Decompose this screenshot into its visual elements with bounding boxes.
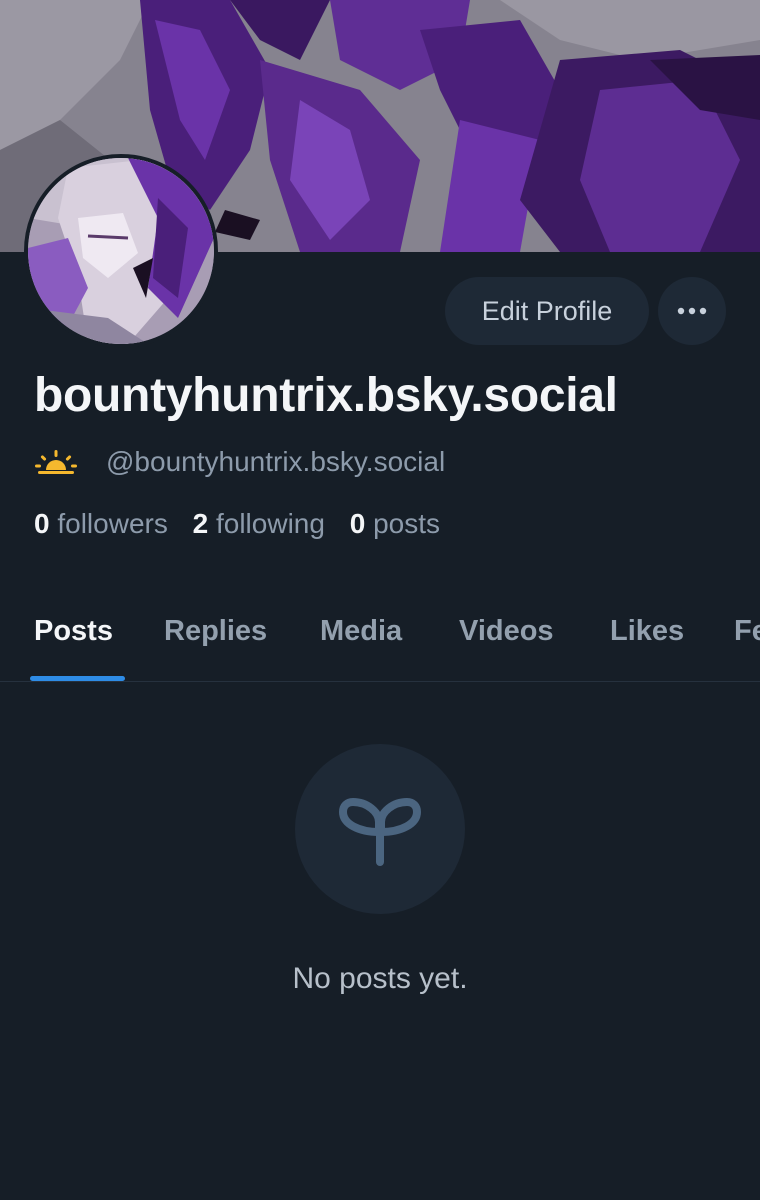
followers-label: followers [57, 508, 168, 539]
following-stat[interactable]: 2 following [193, 508, 325, 539]
edit-profile-button[interactable]: Edit Profile [445, 277, 649, 345]
active-tab-indicator [30, 676, 125, 681]
handle-row: @bountyhuntrix.bsky.social [34, 444, 445, 480]
tab-likes[interactable]: Likes [610, 615, 684, 648]
tab-feeds[interactable]: Fe [734, 615, 760, 648]
followers-stat[interactable]: 0 followers [34, 508, 168, 539]
tab-videos[interactable]: Videos [459, 615, 554, 648]
followers-count: 0 [34, 508, 50, 539]
profile-stats: 0 followers 2 following 0 posts [34, 508, 457, 540]
display-name: bountyhuntrix.bsky.social [34, 369, 618, 422]
following-label: following [215, 508, 325, 539]
posts-count: 0 [349, 508, 366, 539]
profile-tabs: Posts Replies Media Videos Likes Fe [0, 600, 760, 682]
tab-replies[interactable]: Replies [164, 615, 267, 648]
tab-posts[interactable]: Posts [34, 615, 113, 648]
posts-stat: 0 posts [350, 508, 440, 539]
more-options-button[interactable] [658, 277, 726, 345]
ellipsis-icon [677, 307, 707, 315]
sunrise-icon [35, 450, 77, 474]
empty-state-icon-container [295, 744, 465, 914]
empty-state-message: No posts yet. [292, 962, 468, 995]
avatar[interactable] [24, 154, 218, 348]
posts-label: posts [373, 508, 441, 539]
seedling-icon [339, 798, 421, 866]
following-count: 2 [192, 508, 209, 539]
profile-handle: @bountyhuntrix.bsky.social [106, 446, 446, 477]
avatar-image [28, 158, 214, 344]
tab-media[interactable]: Media [320, 615, 402, 648]
